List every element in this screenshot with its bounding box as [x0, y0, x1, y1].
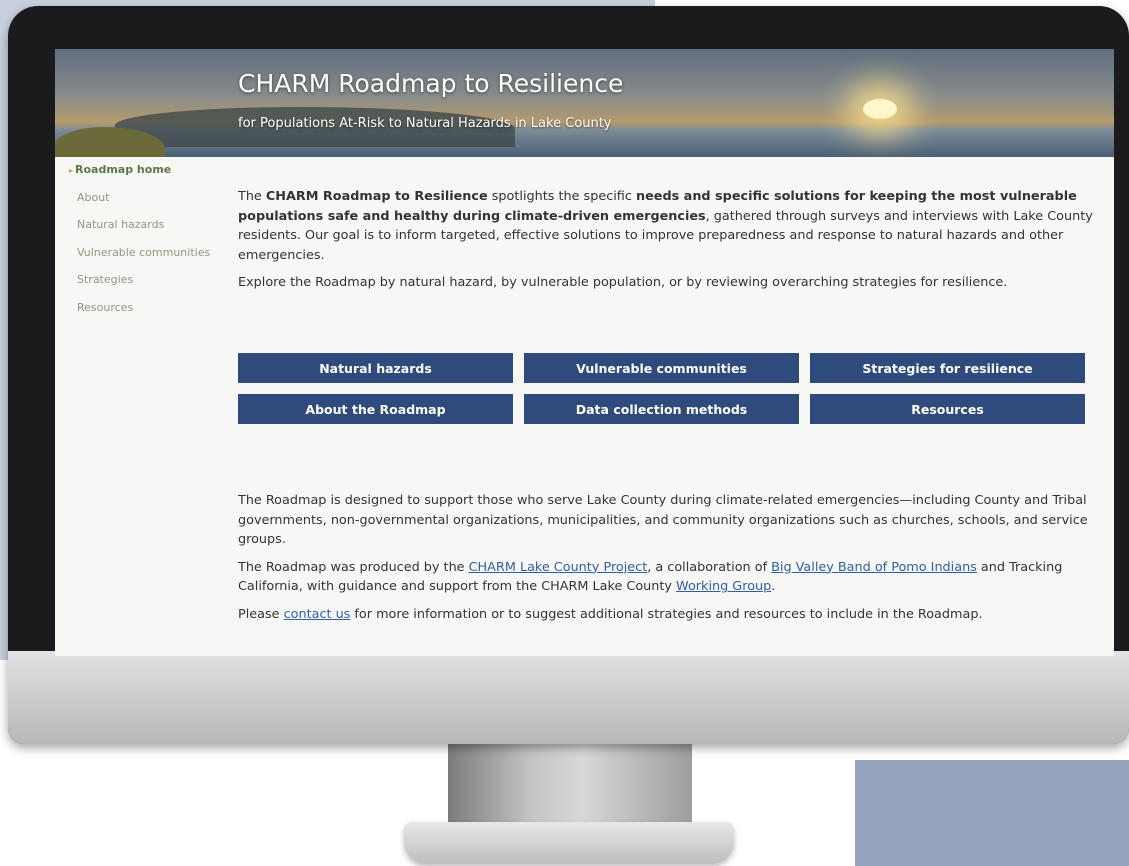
support-paragraph: The Roadmap is designed to support those… [238, 493, 1088, 548]
vulnerable-communities-button[interactable]: Vulnerable communities [524, 353, 799, 383]
strategies-for-resilience-button[interactable]: Strategies for resilience [810, 353, 1085, 383]
page-subtitle: for Populations At-Risk to Natural Hazar… [238, 116, 612, 131]
monitor-stand-neck [448, 742, 692, 827]
caret-right-icon: ▸ [69, 166, 74, 175]
banner-sun [863, 99, 897, 119]
produced-by-paragraph: The Roadmap was produced by the CHARM La… [238, 558, 1098, 597]
paragraph-text: for more information or to suggest addit… [350, 606, 983, 622]
background-block-bottom [855, 760, 1129, 866]
explore-paragraph: Explore the Roadmap by natural hazard, b… [238, 275, 1008, 291]
data-collection-methods-button[interactable]: Data collection methods [524, 394, 799, 424]
working-group-link[interactable]: Working Group [676, 579, 771, 594]
intro-text: spotlights the specific [487, 189, 636, 204]
monitor-chin [8, 651, 1129, 744]
hero-banner: CHARM Roadmap to Resilience for Populati… [55, 49, 1114, 157]
about-section: The Roadmap is designed to support those… [238, 491, 1098, 633]
sidebar-item-roadmap-home[interactable]: ▸ Roadmap home [63, 161, 223, 189]
monitor: CHARM Roadmap to Resilience for Populati… [8, 6, 1129, 744]
intro-text: The [238, 189, 266, 204]
paragraph-text: , a collaboration of [647, 559, 772, 575]
natural-hazards-button[interactable]: Natural hazards [238, 353, 513, 383]
contact-paragraph: Please contact us for more information o… [238, 605, 1098, 625]
paragraph-text: . [771, 579, 776, 595]
sidebar-item-about[interactable]: About [63, 189, 223, 217]
sidebar-item-strategies[interactable]: Strategies [63, 271, 223, 299]
resources-button[interactable]: Resources [810, 394, 1085, 424]
paragraph-text: Please [238, 606, 284, 622]
charm-lake-county-project-link[interactable]: CHARM Lake County Project [469, 560, 648, 575]
about-the-roadmap-button[interactable]: About the Roadmap [238, 394, 513, 424]
contact-us-link[interactable]: contact us [284, 607, 351, 622]
sidebar-item-natural-hazards[interactable]: Natural hazards [63, 216, 223, 244]
sidebar-item-vulnerable-communities[interactable]: Vulnerable communities [63, 244, 223, 272]
big-valley-band-link[interactable]: Big Valley Band of Pomo Indians [771, 560, 977, 575]
page-title: CHARM Roadmap to Resilience [238, 69, 624, 98]
sidebar-nav: ▸ Roadmap home About Natural hazards Vuln… [63, 161, 223, 326]
intro-bold-title: CHARM Roadmap to Resilience [265, 189, 488, 204]
monitor-stand-base [404, 822, 734, 864]
sidebar-item-resources[interactable]: Resources [63, 299, 223, 327]
paragraph-text: The Roadmap was produced by the [238, 559, 469, 575]
intro-section: The CHARM Roadmap to Resilience spotligh… [238, 187, 1098, 293]
webpage: CHARM Roadmap to Resilience for Populati… [55, 49, 1114, 656]
sidebar-item-label: Roadmap home [75, 163, 172, 176]
intro-paragraph: The CHARM Roadmap to Resilience spotligh… [238, 187, 1098, 265]
